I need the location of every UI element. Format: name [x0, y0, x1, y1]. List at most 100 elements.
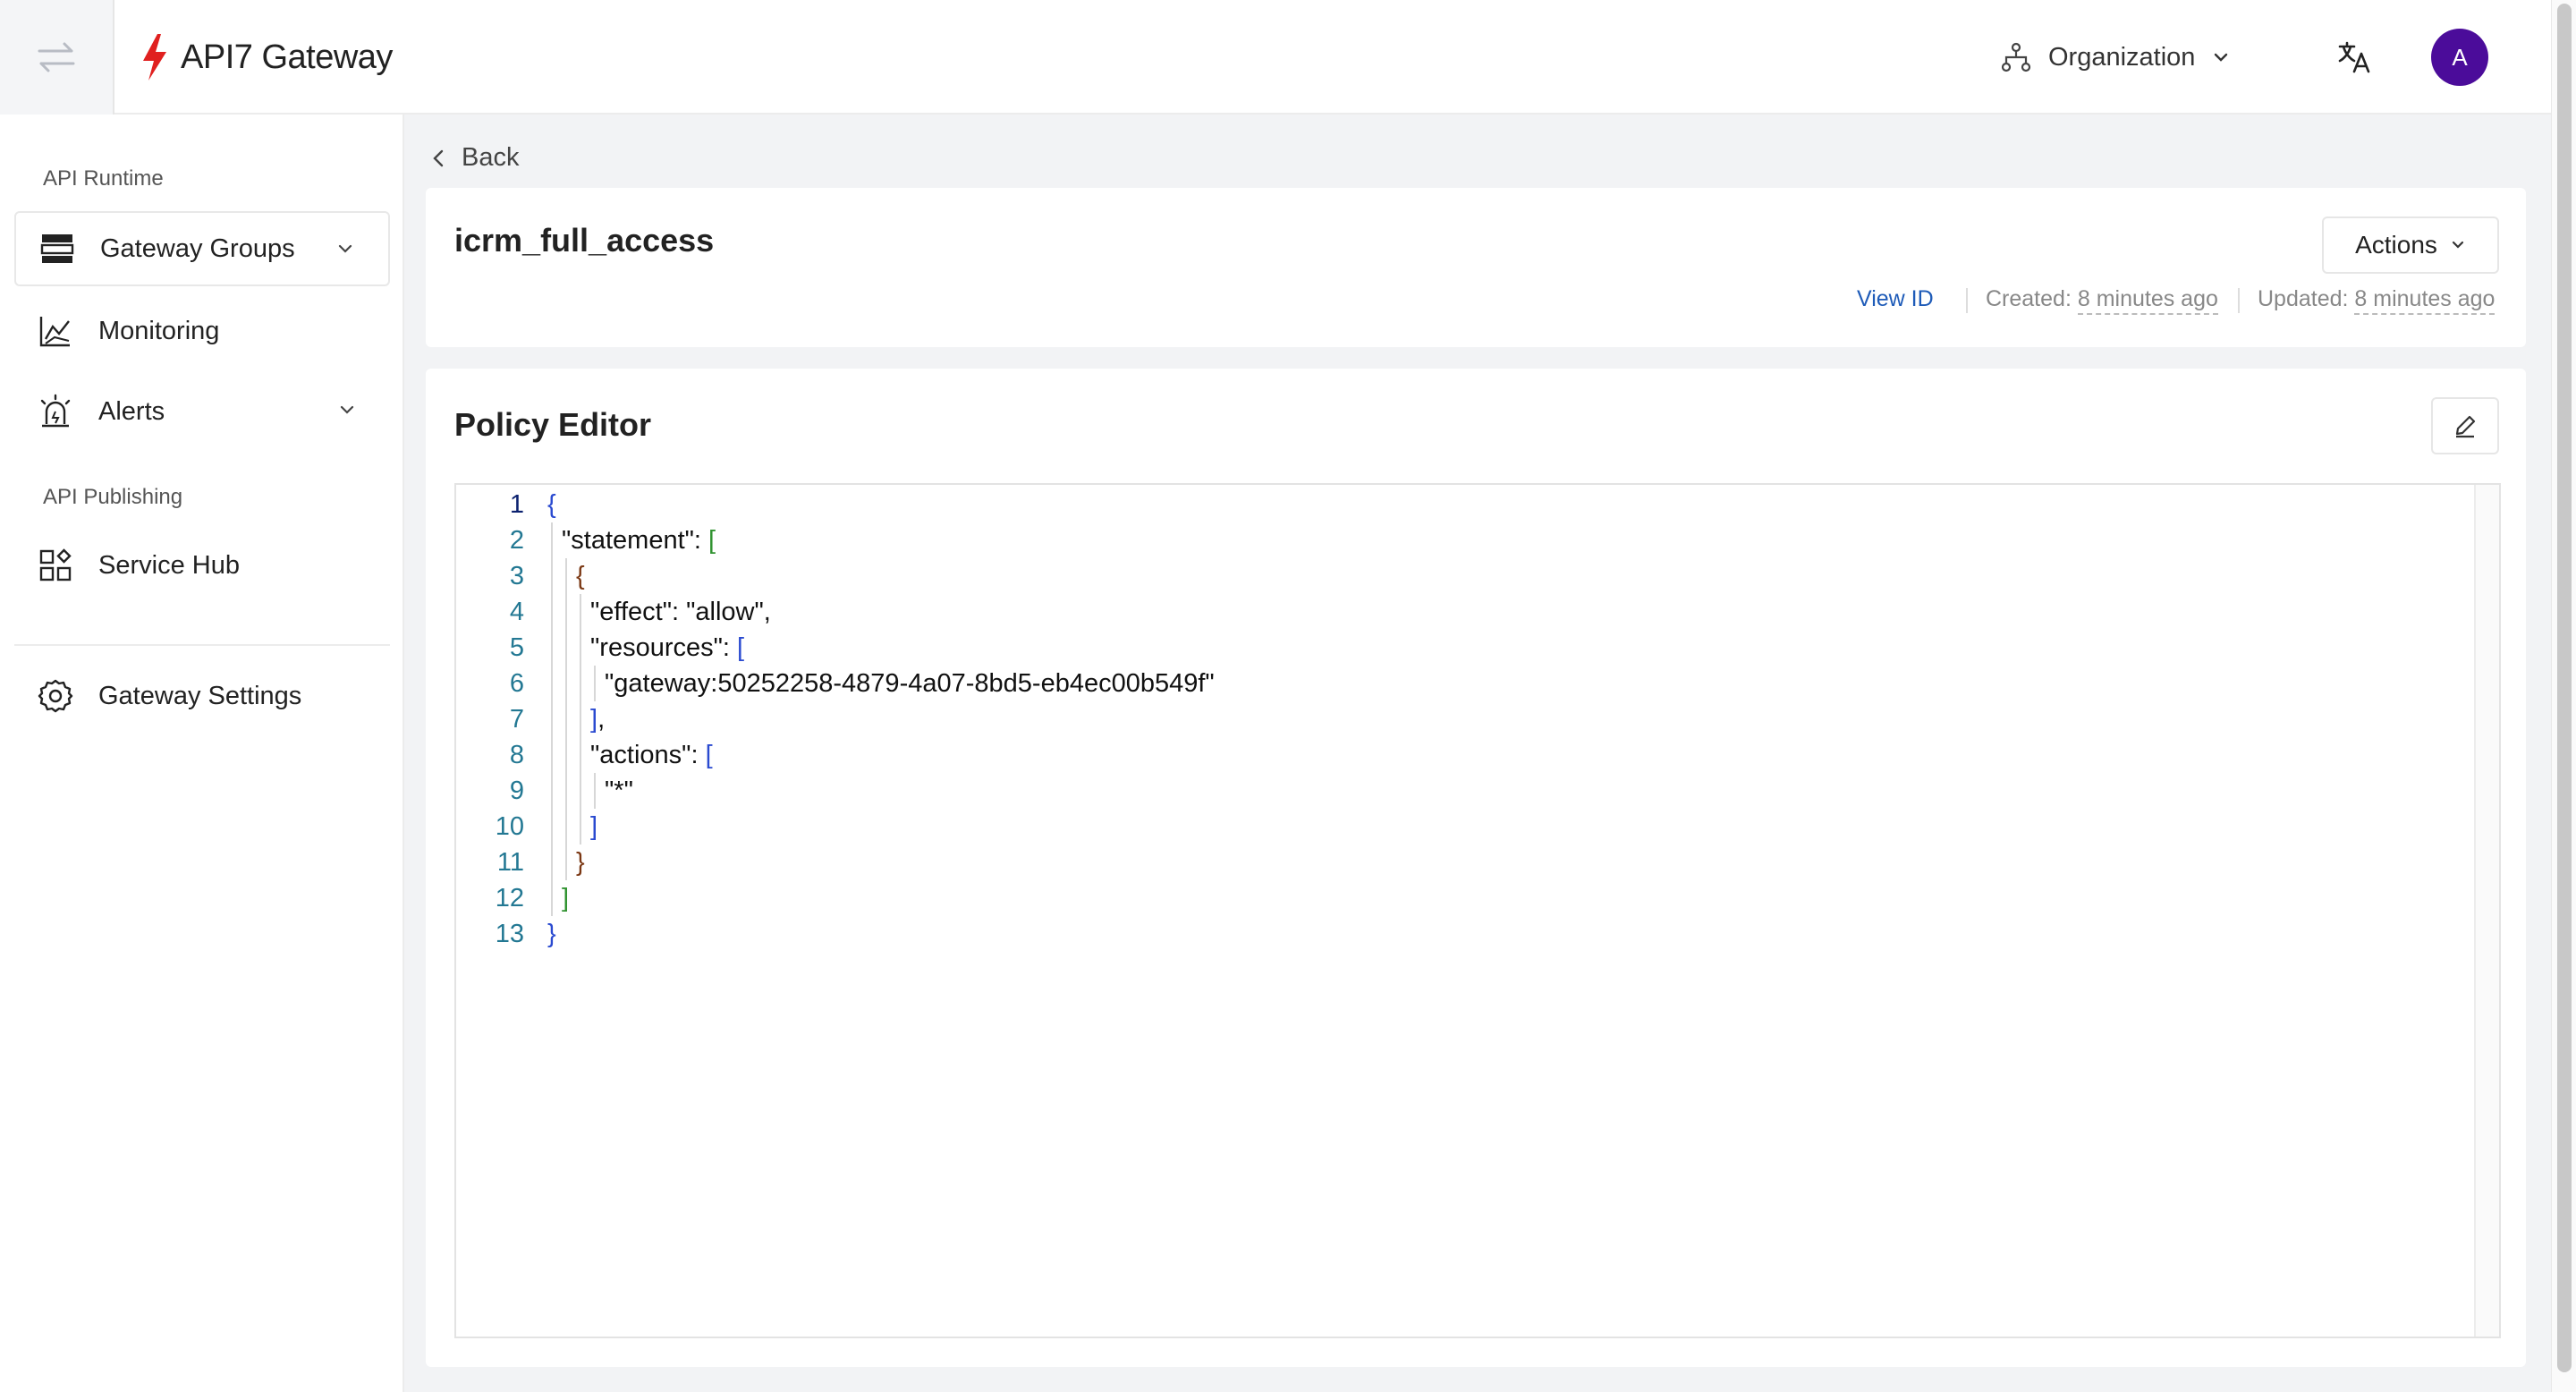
indent-guide	[580, 773, 581, 809]
indent-guide	[565, 845, 567, 880]
avatar-letter: A	[2452, 43, 2468, 71]
sidebar-item-gateway-settings[interactable]: Gateway Settings	[14, 658, 390, 734]
sidebar-toggle-button[interactable]	[0, 0, 114, 115]
code-line[interactable]: ],	[590, 701, 605, 737]
indent-guide	[580, 737, 581, 773]
indent-guide	[565, 558, 567, 594]
indent-guide	[565, 773, 567, 809]
code-line[interactable]: }	[547, 916, 556, 952]
code-bracket: ]	[562, 884, 570, 912]
indent-guide	[565, 594, 567, 630]
sidebar-item-alerts[interactable]: Alerts	[14, 374, 390, 449]
alarm-icon	[36, 392, 75, 431]
indent-guide	[580, 809, 581, 845]
code-token: "effect": "allow",	[590, 598, 771, 626]
indent-guide	[551, 558, 553, 594]
code-line[interactable]: {	[547, 487, 556, 522]
pencil-icon	[2455, 415, 2476, 438]
line-number: 12	[495, 884, 524, 912]
code-bracket: [	[705, 741, 713, 769]
chevron-down-icon	[338, 244, 352, 253]
section-label-api-publishing: API Publishing	[43, 485, 183, 509]
line-number: 11	[496, 848, 524, 877]
code-line[interactable]: "gateway:50252258-4879-4a07-8bd5-eb4ec00…	[605, 666, 1215, 701]
updated-time[interactable]: 8 minutes ago	[2354, 286, 2496, 315]
updated-label: Updated:	[2258, 286, 2349, 311]
code-token: "actions":	[590, 741, 706, 769]
created-meta: Created: 8 minutes ago	[1986, 286, 2218, 315]
indent-guide	[565, 737, 567, 773]
line-number: 8	[509, 741, 524, 769]
language-switch-button[interactable]	[2336, 39, 2372, 80]
code-bracket: [	[708, 526, 716, 555]
sidebar-item-gateway-groups[interactable]: Gateway Groups	[14, 211, 390, 286]
code-line[interactable]: "resources": [	[590, 630, 744, 666]
user-avatar[interactable]: A	[2431, 29, 2488, 86]
line-number: 9	[509, 777, 524, 805]
code-token: "resources":	[590, 633, 738, 662]
sidebar-divider	[14, 644, 390, 646]
line-number: 5	[509, 633, 524, 662]
scrollbar-thumb[interactable]	[2557, 4, 2572, 1372]
chevron-down-icon	[340, 405, 354, 414]
line-number: 3	[509, 562, 524, 590]
line-number: 6	[509, 669, 524, 698]
code-line[interactable]: ]	[562, 880, 569, 916]
code-line[interactable]: "statement": [	[562, 522, 716, 558]
swap-arrows-icon	[38, 42, 75, 72]
indent-guide	[594, 666, 596, 701]
logo-text: API7 Gateway	[181, 38, 393, 76]
sidebar: API Runtime Gateway Groups Monitoring Al…	[0, 115, 404, 1392]
page-title: icrm_full_access	[454, 222, 715, 259]
actions-label: Actions	[2355, 231, 2437, 259]
code-token: "statement":	[562, 526, 709, 555]
code-bracket: {	[576, 562, 585, 590]
lightning-logo-icon	[143, 34, 166, 81]
code-line[interactable]: "actions": [	[590, 737, 713, 773]
indent-guide	[551, 880, 553, 916]
code-line[interactable]: {	[576, 558, 585, 594]
policy-header-card	[426, 188, 2526, 347]
code-bracket: }	[547, 920, 556, 948]
code-editor[interactable]: 1{2 "statement": [3{4 "effect": "allow", 5 "…	[454, 483, 2501, 1338]
line-chart-icon	[36, 311, 75, 351]
line-number: 7	[509, 705, 524, 734]
code-line[interactable]: "*"	[605, 773, 633, 809]
indent-guide	[551, 594, 553, 630]
created-time[interactable]: 8 minutes ago	[2077, 286, 2218, 315]
sidebar-item-label: Gateway Groups	[100, 233, 295, 263]
indent-guide	[580, 701, 581, 737]
code-token: "gateway:50252258-4879-4a07-8bd5-eb4ec00…	[605, 669, 1215, 698]
meta-separator	[1966, 288, 1968, 313]
indent-guide	[580, 630, 581, 666]
back-label: Back	[462, 143, 520, 172]
code-bracket: }	[576, 848, 585, 877]
code-bracket: [	[737, 633, 745, 662]
indent-guide	[551, 809, 553, 845]
organization-dropdown[interactable]: Organization	[2000, 36, 2231, 79]
indent-guide	[551, 522, 553, 558]
code-line[interactable]: }	[576, 845, 585, 880]
sidebar-item-monitoring[interactable]: Monitoring	[14, 293, 390, 369]
created-label: Created:	[1986, 286, 2072, 311]
code-line[interactable]: "effect": "allow",	[590, 594, 771, 630]
org-tree-icon	[2001, 42, 2031, 72]
back-link[interactable]: Back	[429, 143, 519, 173]
indent-guide	[565, 666, 567, 701]
code-bracket: {	[547, 490, 556, 519]
view-id-link[interactable]: View ID	[1857, 286, 1934, 312]
line-number: 2	[509, 526, 524, 555]
page-scrollbar[interactable]	[2551, 0, 2576, 1392]
line-number: 10	[495, 812, 524, 841]
code-bracket: ]	[590, 705, 598, 734]
sidebar-item-service-hub[interactable]: Service Hub	[14, 528, 390, 603]
indent-guide	[565, 630, 567, 666]
code-punctuation: ,	[597, 705, 606, 734]
code-token: "*"	[605, 777, 633, 805]
edit-policy-button[interactable]	[2431, 397, 2499, 454]
app-logo[interactable]: API7 Gateway	[140, 30, 393, 84]
code-line[interactable]: ]	[590, 809, 597, 845]
editor-scrollbar[interactable]	[2474, 485, 2499, 1337]
actions-button[interactable]: Actions	[2322, 216, 2499, 274]
line-number: 13	[495, 920, 524, 948]
